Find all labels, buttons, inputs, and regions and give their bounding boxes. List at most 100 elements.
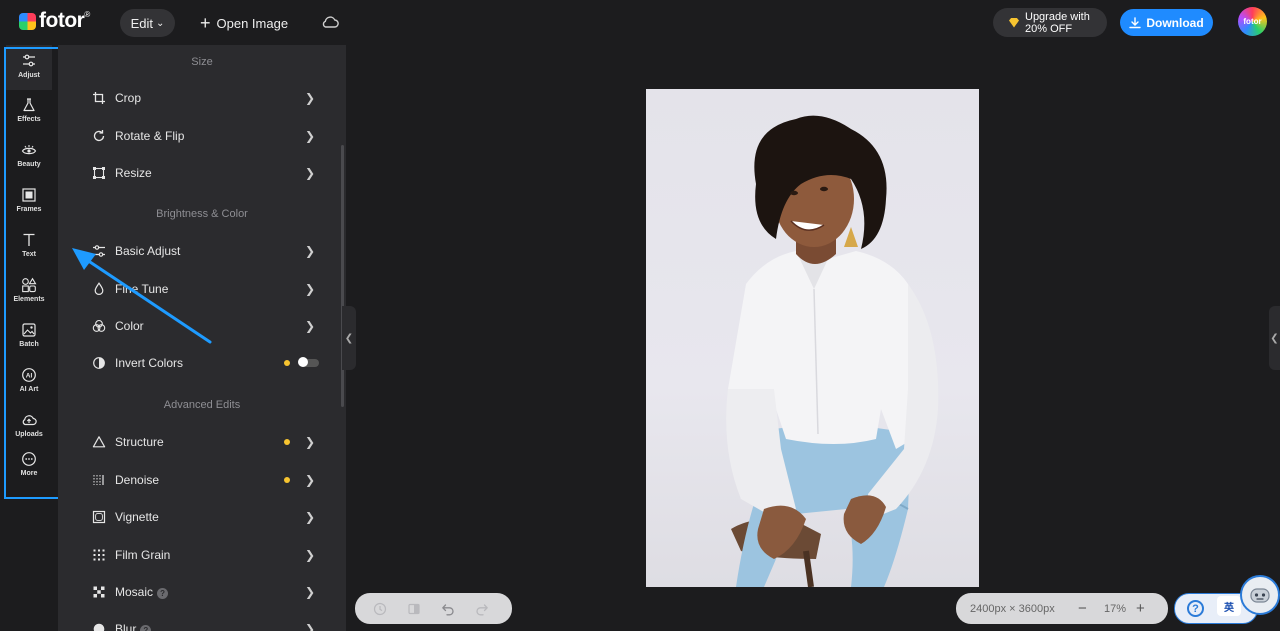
sliders-icon <box>23 54 35 67</box>
undo-icon[interactable] <box>441 602 455 616</box>
chevron-right-icon: ❯ <box>305 129 316 143</box>
rail-item-elements[interactable]: Elements <box>6 277 52 303</box>
download-icon <box>1129 16 1142 28</box>
panel-item-mosaic[interactable]: Mosaic? ❯ <box>58 574 341 610</box>
question-icon[interactable]: ? <box>140 625 152 631</box>
mosaic-icon <box>93 586 105 598</box>
fotor-logo-mark <box>19 12 36 30</box>
history-toolbar <box>355 593 512 624</box>
download-button[interactable]: Download <box>1120 9 1213 36</box>
rail-label-beauty: Beauty <box>17 161 41 168</box>
chevron-left-icon: ❮ <box>344 332 354 344</box>
panel-item-label: Resize <box>115 166 152 180</box>
rail-label-more: More <box>20 470 38 477</box>
rail-item-more[interactable]: More <box>6 451 52 477</box>
cloud-icon[interactable] <box>321 14 339 30</box>
premium-dot <box>284 439 290 445</box>
panel-item-label: Crop <box>115 91 142 105</box>
panel-item-label: Fine Tune <box>115 282 169 296</box>
chevron-right-icon: ❯ <box>305 319 316 333</box>
ai-icon: AI <box>22 368 36 382</box>
chevron-right-icon: ❯ <box>305 548 316 562</box>
panel-item-resize[interactable]: Resize ❯ <box>58 155 341 191</box>
rail-label-batch: Batch <box>19 341 39 348</box>
photo-woman-portrait[interactable] <box>646 89 979 587</box>
panel-item-label: Denoise <box>115 473 160 487</box>
premium-dot <box>284 477 290 483</box>
expand-right-panel-button[interactable]: ❮ <box>1269 306 1280 370</box>
edit-menu-button[interactable]: Edit ⌄ <box>120 9 175 37</box>
panel-item-fine-tune[interactable]: Fine Tune ❯ <box>58 271 341 307</box>
panel-item-label: Vignette <box>115 510 159 524</box>
panel-item-structure[interactable]: Structure ❯ <box>58 424 341 460</box>
robot-face-icon <box>1250 588 1270 603</box>
panel-item-rotate-flip[interactable]: Rotate & Flip ❯ <box>58 118 341 154</box>
vignette-icon <box>92 510 106 524</box>
rotate-icon <box>93 130 105 142</box>
rail-label-adjust: Adjust <box>18 72 40 79</box>
panel-item-basic-adjust[interactable]: Basic Adjust ❯ <box>58 233 341 269</box>
chevron-right-icon: ❯ <box>305 473 316 487</box>
panel-item-vignette[interactable]: Vignette ❯ <box>58 499 341 535</box>
zoom-out-button[interactable]: − <box>1078 600 1087 617</box>
redo-icon[interactable] <box>475 602 489 616</box>
invert-colors-toggle[interactable] <box>298 357 319 367</box>
section-title-advanced: Advanced Edits <box>163 399 241 411</box>
eye-icon <box>21 145 37 155</box>
panel-item-film-grain[interactable]: Film Grain ❯ <box>58 537 341 573</box>
open-image-button[interactable]: + Open Image <box>200 9 288 37</box>
rail-label-uploads: Uploads <box>15 431 43 438</box>
diamond-icon <box>1009 17 1019 28</box>
avatar[interactable]: fotor <box>1238 7 1267 36</box>
history-clock-icon[interactable] <box>373 602 387 616</box>
chevron-right-icon: ❯ <box>305 435 316 449</box>
rail-item-beauty[interactable]: Beauty <box>6 142 52 168</box>
rail-item-batch[interactable]: Batch <box>6 322 52 348</box>
panel-item-blur[interactable]: Blur? ❯ <box>58 611 341 631</box>
zoom-level: 17% <box>1104 602 1127 615</box>
premium-dot <box>284 360 290 366</box>
rail-item-effects[interactable]: Effects <box>6 97 52 123</box>
upgrade-line-1: Upgrade with <box>1025 10 1090 23</box>
panel-item-crop[interactable]: Crop ❯ <box>58 80 341 116</box>
panel-item-denoise[interactable]: Denoise ❯ <box>58 462 341 498</box>
panel-item-label: Structure <box>115 435 164 449</box>
zoom-in-button[interactable]: + <box>1136 600 1145 617</box>
more-icon <box>22 452 36 466</box>
ime-language-indicator[interactable]: 英 <box>1217 596 1241 616</box>
section-title-size: Size <box>191 56 213 68</box>
compare-icon[interactable] <box>407 602 421 616</box>
upgrade-button[interactable]: Upgrade with 20% OFF <box>993 8 1107 37</box>
chevron-right-icon: ❯ <box>305 244 316 258</box>
rail-item-ai-art[interactable]: AI AI Art <box>6 367 52 393</box>
rail-item-adjust[interactable]: Adjust <box>6 45 52 90</box>
download-label: Download <box>1146 15 1204 30</box>
assistant-bot-icon[interactable] <box>1240 575 1280 615</box>
panel-item-label: Blur? <box>115 622 152 631</box>
frame-icon <box>22 188 36 202</box>
image-dimensions: 2400px × 3600px <box>970 602 1055 615</box>
sliders-icon <box>93 245 105 257</box>
drop-icon <box>94 282 104 295</box>
crop-icon <box>93 92 105 104</box>
chevron-right-icon: ❯ <box>305 91 316 105</box>
adjust-panel: Size Crop ❯ Rotate & Flip ❯ Resize ❯ Bri… <box>58 45 346 631</box>
rail-item-frames[interactable]: Frames <box>6 187 52 213</box>
svg-text:AI: AI <box>26 372 33 379</box>
cloud-upload-icon <box>22 415 37 426</box>
rail-label-elements: Elements <box>13 296 45 303</box>
question-icon[interactable]: ? <box>157 588 169 599</box>
rail-item-text[interactable]: Text <box>6 232 52 258</box>
flask-icon <box>23 98 35 112</box>
blur-label: Blur <box>115 622 137 631</box>
rail-label-text: Text <box>22 251 36 258</box>
avatar-text: fotor <box>1243 17 1262 26</box>
panel-item-color[interactable]: Color ❯ <box>58 308 341 344</box>
panel-item-label: Mosaic? <box>115 585 169 599</box>
rail-item-uploads[interactable]: Uploads <box>6 412 52 438</box>
collapse-panel-button[interactable]: ❮ <box>342 306 356 370</box>
fotor-logo[interactable]: fotor ® <box>19 9 90 33</box>
panel-item-label: Color <box>115 319 144 333</box>
triangle-icon <box>92 436 106 448</box>
panel-item-label: Basic Adjust <box>115 244 181 258</box>
